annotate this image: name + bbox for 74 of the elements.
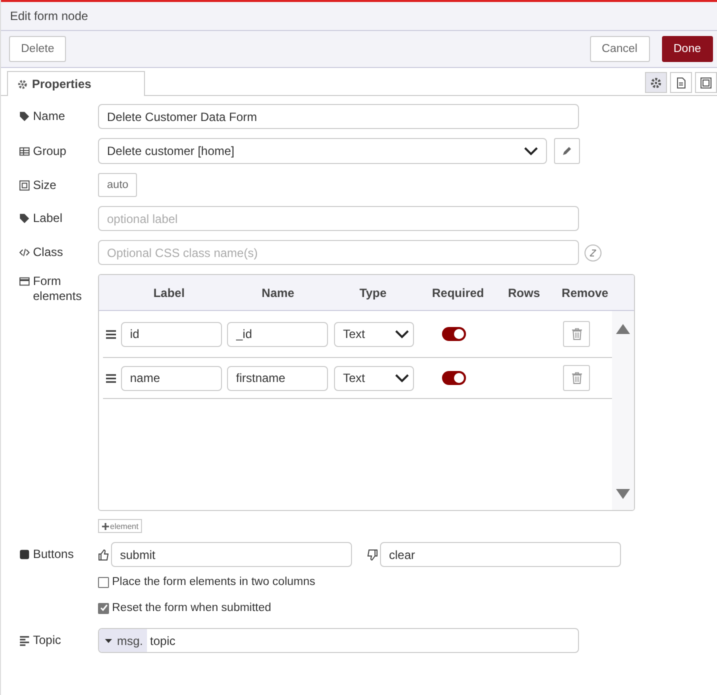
frame-tab[interactable] bbox=[695, 72, 717, 93]
checkbox-label: Reset the form when submitted bbox=[112, 602, 272, 614]
tag-icon bbox=[19, 111, 30, 122]
gear-icon bbox=[17, 78, 28, 90]
code-icon bbox=[19, 247, 30, 258]
type-dropdown[interactable]: msg. bbox=[99, 629, 148, 652]
drag-handle-icon[interactable] bbox=[106, 330, 116, 338]
scroll-up-icon[interactable] bbox=[616, 324, 630, 334]
trash-icon bbox=[572, 328, 582, 340]
size-button[interactable]: auto bbox=[98, 173, 138, 197]
table-icon bbox=[19, 146, 30, 156]
required-toggle[interactable] bbox=[442, 327, 466, 341]
chevron-down-icon bbox=[395, 374, 409, 382]
required-toggle[interactable] bbox=[442, 371, 466, 385]
document-icon bbox=[675, 76, 687, 88]
done-button[interactable]: Done bbox=[662, 36, 713, 62]
form-elements-label: Form elements bbox=[33, 274, 83, 304]
cancel-button[interactable]: Cancel bbox=[590, 36, 650, 62]
expression-icon[interactable] bbox=[584, 244, 602, 262]
name-field[interactable]: Delete Customer Data Form bbox=[98, 104, 579, 129]
plus-icon bbox=[102, 522, 109, 530]
name-label: Name bbox=[33, 109, 66, 124]
add-element-button[interactable]: element bbox=[98, 519, 142, 533]
tag-icon bbox=[19, 213, 30, 224]
column-header: Remove bbox=[561, 286, 609, 300]
properties-tab[interactable]: Properties bbox=[7, 71, 145, 96]
topic-field[interactable]: msg. topic bbox=[98, 628, 579, 653]
drag-handle-icon[interactable] bbox=[106, 374, 116, 382]
column-header: Name bbox=[260, 286, 296, 300]
chevron-down-icon bbox=[395, 330, 409, 338]
table-input[interactable]: firstname bbox=[227, 366, 328, 390]
trash-icon bbox=[572, 372, 582, 384]
buttons-label: Buttons bbox=[33, 547, 74, 562]
table-input[interactable]: _id bbox=[227, 322, 328, 346]
class-field[interactable]: Optional CSS class name(s) bbox=[98, 240, 579, 265]
thumbs-down-icon bbox=[367, 548, 378, 560]
group-label: Group bbox=[33, 144, 66, 158]
thumbs-up-icon bbox=[98, 548, 109, 560]
document-tab[interactable] bbox=[670, 72, 692, 93]
topic-label: Topic bbox=[33, 633, 62, 648]
label-label: Label bbox=[33, 211, 62, 226]
type-select[interactable]: Text bbox=[334, 366, 414, 390]
gear-icon bbox=[650, 76, 662, 88]
table-input[interactable]: name bbox=[121, 366, 222, 390]
frame-icon bbox=[700, 76, 712, 88]
frame-icon bbox=[19, 180, 30, 190]
scroll-down-icon[interactable] bbox=[616, 489, 630, 499]
checkbox[interactable] bbox=[98, 602, 109, 614]
label-field[interactable]: optional label bbox=[98, 206, 579, 231]
delete-button[interactable]: Delete bbox=[9, 36, 66, 62]
checkbox[interactable] bbox=[98, 576, 109, 588]
class-label: Class bbox=[33, 245, 64, 260]
list-icon bbox=[19, 276, 30, 287]
checkbox-label: Place the form elements in two columns bbox=[112, 576, 316, 588]
chevron-down-icon bbox=[524, 146, 538, 156]
type-select[interactable]: Text bbox=[334, 322, 414, 346]
table-input[interactable]: id bbox=[121, 322, 222, 346]
window-title: Edit form node bbox=[10, 9, 88, 23]
settings-tab[interactable] bbox=[645, 72, 667, 93]
clear-field[interactable]: clear bbox=[380, 542, 621, 567]
pencil-icon bbox=[562, 146, 572, 156]
column-header: Required bbox=[430, 286, 485, 300]
list-icon bbox=[19, 635, 30, 646]
remove-button[interactable] bbox=[563, 321, 590, 347]
square-icon bbox=[19, 549, 30, 560]
submit-field[interactable]: submit bbox=[111, 542, 352, 567]
size-label: Size bbox=[33, 178, 56, 192]
remove-button[interactable] bbox=[563, 365, 590, 391]
column-header: Rows bbox=[506, 286, 541, 300]
edit-button[interactable] bbox=[554, 138, 580, 164]
column-header: Label bbox=[152, 286, 186, 300]
caret-icon bbox=[105, 638, 112, 642]
group-select[interactable]: Delete customer [home] bbox=[98, 138, 547, 164]
column-header: Type bbox=[358, 286, 388, 300]
